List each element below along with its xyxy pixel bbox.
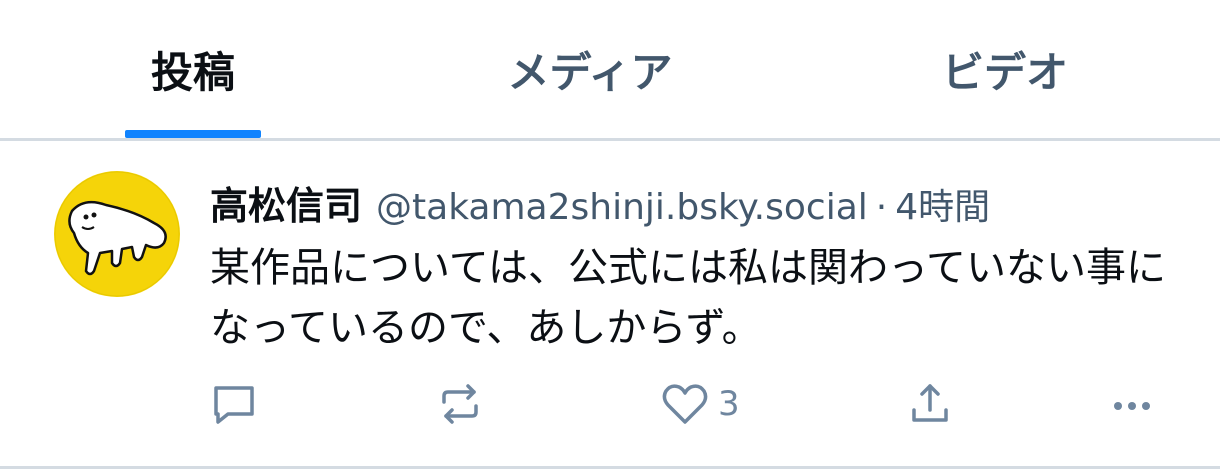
- meta-separator: ·: [875, 187, 888, 228]
- post-meta: 高松信司 @takama2shinji.bsky.social · 4時間: [210, 175, 990, 228]
- share-icon: [906, 380, 954, 428]
- avatar[interactable]: [54, 171, 180, 297]
- tab-video-label: ビデオ: [941, 47, 1068, 97]
- share-button[interactable]: [906, 378, 954, 430]
- tab-posts[interactable]: 投稿: [125, 0, 261, 138]
- drawn-character-avatar-icon: [54, 171, 180, 297]
- repost-button[interactable]: [436, 378, 484, 430]
- post-text: 某作品については、公式には私は関わっていない事になっているので、あしからず。: [210, 245, 1166, 351]
- tab-media-label: メディア: [507, 47, 673, 97]
- reply-button[interactable]: [210, 378, 258, 430]
- repost-icon: [436, 380, 484, 428]
- post-divider: [0, 466, 1220, 469]
- tab-video[interactable]: ビデオ: [920, 0, 1090, 138]
- tab-media[interactable]: メディア: [480, 0, 700, 138]
- more-button[interactable]: [1108, 378, 1156, 430]
- tab-posts-label: 投稿: [150, 47, 235, 97]
- tabs-divider: [0, 138, 1220, 141]
- like-button[interactable]: 3: [660, 378, 740, 430]
- heart-icon: [660, 380, 710, 428]
- profile-tabs: 投稿 メディア ビデオ: [0, 0, 1220, 138]
- reply-icon: [210, 380, 258, 428]
- more-icon: [1108, 380, 1156, 428]
- post-actions: 3: [0, 378, 1220, 430]
- like-count: 3: [718, 384, 740, 424]
- active-tab-indicator: [125, 130, 261, 138]
- display-name[interactable]: 高松信司: [210, 175, 362, 230]
- post-timestamp[interactable]: 4時間: [895, 178, 990, 230]
- user-handle[interactable]: @takama2shinji.bsky.social: [376, 187, 868, 228]
